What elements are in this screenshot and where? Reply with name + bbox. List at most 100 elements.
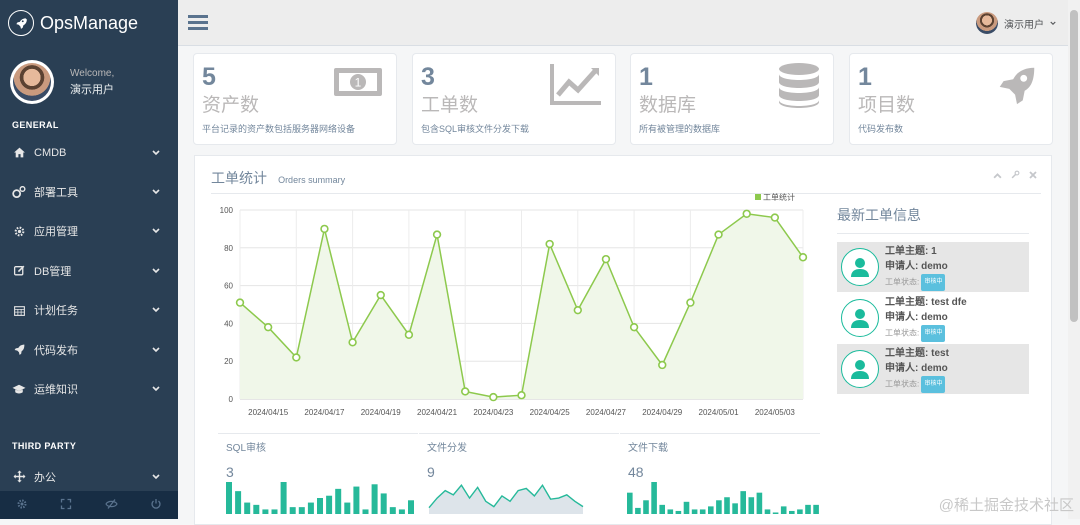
sidebar: OpsManage Welcome, 演示用户 GENERAL CMDB 部署工… (0, 0, 178, 519)
mini-title: SQL审核 (218, 439, 418, 454)
order-applicant: demo (921, 312, 948, 323)
money-icon: 1 (332, 62, 384, 105)
chevron-down-icon (152, 147, 160, 159)
svg-text:1: 1 (355, 76, 362, 90)
sidebar-item-code-release[interactable]: 代码发布 (0, 330, 178, 369)
spark-bar (684, 502, 690, 514)
section-general: GENERAL (0, 120, 178, 130)
x-tick-label: 2024/04/23 (473, 408, 514, 417)
spark-bar (659, 505, 665, 514)
mini-stat-file-download: 文件下载 48 (620, 433, 820, 480)
scrollbar-thumb[interactable] (1070, 10, 1078, 322)
sidebar-item-label: 部署工具 (34, 184, 78, 200)
spark-bar (781, 506, 787, 514)
brand[interactable]: OpsManage (0, 0, 178, 46)
tile-desc: 包含SQL审核文件分发下载 (421, 122, 607, 135)
wrench-icon[interactable] (1011, 170, 1020, 182)
data-point (434, 231, 441, 238)
data-point (687, 299, 694, 306)
spark-bar (326, 496, 332, 514)
data-point (377, 292, 384, 299)
x-tick-label: 2024/04/17 (304, 408, 345, 417)
sidebar-item-label: 计划任务 (34, 302, 78, 318)
spark-bar (635, 508, 641, 514)
tile-desc: 平台记录的资产数包括服务器网络设备 (202, 122, 388, 135)
spark-bar (651, 482, 657, 514)
order-item[interactable]: 工单主题: test dfe 申请人: demo 工单状态: 审核中 (837, 293, 1029, 343)
spark-bar (708, 506, 714, 514)
sidebar-item-db-management[interactable]: DB管理 (0, 251, 178, 290)
avatar (976, 12, 998, 34)
rocket-icon (12, 343, 26, 357)
x-tick-label: 2024/04/21 (417, 408, 458, 417)
panel-title: 工单统计 (211, 170, 267, 186)
spark-bar (643, 500, 649, 514)
top-nav: 演示用户 (178, 0, 1068, 46)
data-point (771, 214, 778, 221)
user-menu[interactable]: 演示用户 (976, 12, 1056, 34)
mini-count: 48 (620, 464, 820, 480)
data-point (518, 392, 525, 399)
sidebar-item-cmdb[interactable]: CMDB (0, 133, 178, 172)
y-tick-label: 0 (229, 395, 234, 404)
chevron-up-icon[interactable] (993, 170, 1002, 182)
x-tick-label: 2024/04/19 (361, 408, 402, 417)
chevron-down-icon (152, 225, 160, 237)
spark-bar (765, 509, 771, 514)
spark-bar (757, 493, 763, 514)
order-item[interactable]: 工单主题: 1 申请人: demo 工单状态: 审核中 (837, 242, 1029, 292)
stat-tile-databases: 1 数据库 所有被管理的数据库 (630, 53, 834, 145)
fullscreen-icon[interactable] (60, 498, 72, 513)
sidebar-item-deploy-tools[interactable]: 部署工具 (0, 172, 178, 211)
order-item[interactable]: 工单主题: test 申请人: demo 工单状态: 审核中 (837, 344, 1029, 394)
spark-bar (676, 511, 682, 514)
spark-bar (353, 487, 359, 514)
applicant-label: 申请人: (885, 261, 918, 272)
sidebar-item-label: 应用管理 (34, 223, 78, 239)
y-tick-label: 60 (224, 282, 233, 291)
settings-icon[interactable] (16, 498, 28, 513)
stat-tile-orders: 3 工单数 包含SQL审核文件分发下载 (412, 53, 616, 145)
chevron-down-icon (152, 383, 160, 395)
data-point (574, 307, 581, 314)
sidebar-item-label: 运维知识 (34, 381, 78, 397)
sidebar-item-scheduled-tasks[interactable]: 计划任务 (0, 291, 178, 330)
sidebar-footer (0, 491, 178, 519)
legend-swatch (755, 194, 761, 200)
panel-tools (993, 170, 1037, 182)
sidebar-item-label: DB管理 (34, 263, 71, 279)
orders-line-chart: 020406080100 2024/04/152024/04/172024/04… (200, 185, 830, 430)
database-icon (777, 62, 821, 113)
y-tick-label: 100 (220, 206, 234, 215)
sidebar-item-app-management[interactable]: 应用管理 (0, 212, 178, 251)
power-icon[interactable] (150, 498, 162, 513)
close-icon[interactable] (1029, 170, 1037, 182)
user-name: 演示用户 (1004, 16, 1044, 31)
scrollbar[interactable] (1068, 0, 1080, 519)
spark-bar (668, 509, 674, 514)
chevron-down-icon (152, 304, 160, 316)
watermark: @稀土掘金技术社区 (939, 494, 1074, 515)
arrows-icon (12, 470, 26, 484)
spark-bar (408, 500, 414, 514)
x-tick-label: 2024/04/25 (530, 408, 571, 417)
spark-bar (344, 503, 350, 514)
spark-bar (272, 509, 278, 514)
sparkline-file-download (627, 480, 823, 514)
sidebar-item-ops-knowledge[interactable]: 运维知识 (0, 369, 178, 408)
spark-bar (262, 509, 268, 514)
spark-bar (390, 507, 396, 514)
menu-toggle-icon[interactable] (188, 14, 208, 33)
sidebar-item-label: 办公 (34, 469, 56, 485)
data-point (659, 362, 666, 369)
eye-slash-icon[interactable] (105, 498, 118, 513)
spark-bar (244, 503, 250, 514)
status-label: 工单状态: (885, 277, 919, 286)
status-label: 工单状态: (885, 379, 919, 388)
stat-tile-projects: 1 项目数 代码发布数 (849, 53, 1053, 145)
profile-name: 演示用户 (70, 82, 114, 99)
spark-bar (299, 507, 305, 514)
x-tick-label: 2024/04/27 (586, 408, 627, 417)
edit-icon (12, 264, 26, 278)
spark-bar (235, 491, 241, 514)
